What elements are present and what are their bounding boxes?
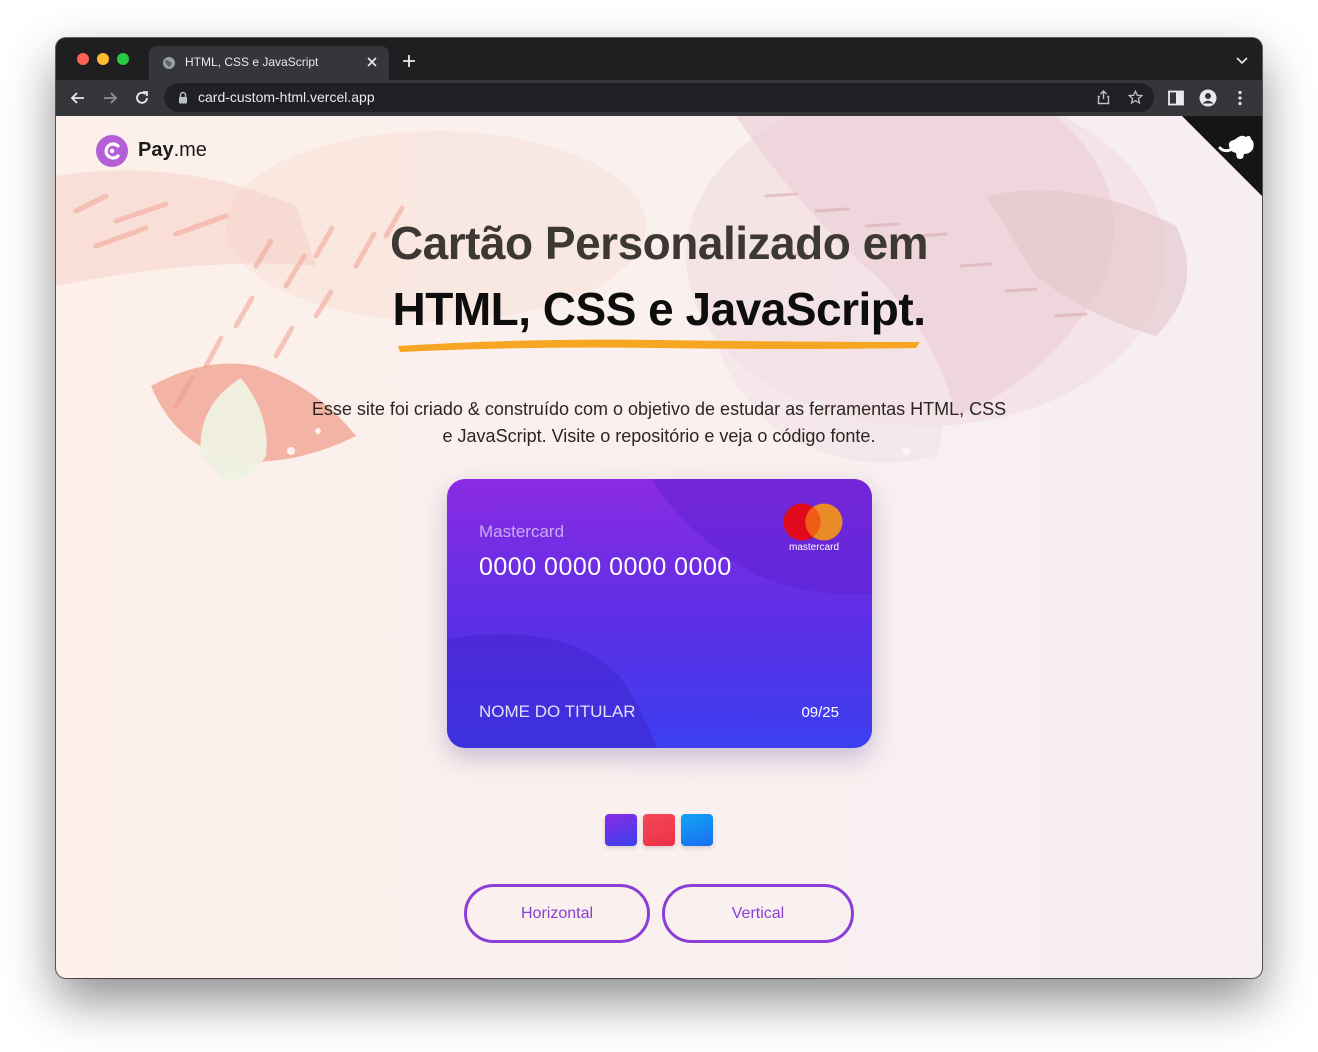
payme-logo-icon bbox=[96, 135, 128, 167]
color-swatch-purple[interactable] bbox=[605, 814, 637, 846]
mastercard-logo-icon bbox=[783, 503, 843, 541]
color-swatch-red[interactable] bbox=[643, 814, 675, 846]
star-icon[interactable] bbox=[1128, 90, 1143, 105]
card-brand: Mastercard bbox=[479, 522, 565, 541]
close-icon[interactable] bbox=[365, 55, 379, 69]
browser-tab[interactable]: HTML, CSS e JavaScript bbox=[149, 46, 389, 80]
horizontal-button[interactable]: Horizontal bbox=[464, 884, 650, 943]
card-expiry: 09/25 bbox=[801, 704, 839, 721]
hero-description: Esse site foi criado & construído com o … bbox=[311, 399, 1007, 446]
mastercard-logo-text: mastercard bbox=[788, 542, 839, 553]
credit-card: Mastercard 0000 0000 0000 0000 mastercar… bbox=[447, 479, 872, 748]
card-holder-name: NOME DO TITULAR bbox=[479, 702, 636, 721]
color-swatch-blue[interactable] bbox=[681, 814, 713, 846]
tab-title: HTML, CSS e JavaScript bbox=[185, 55, 319, 69]
close-window-button[interactable] bbox=[77, 53, 89, 65]
forward-arrow-icon[interactable] bbox=[101, 89, 119, 107]
lock-icon bbox=[179, 91, 187, 104]
vertical-button[interactable]: Vertical bbox=[662, 884, 854, 943]
url-text: card-custom-html.vercel.app bbox=[198, 89, 375, 105]
browser-toolbar: card-custom-html.vercel.app bbox=[56, 80, 1262, 116]
reload-icon[interactable] bbox=[133, 89, 151, 107]
headline-line-2: HTML, CSS e JavaScript. bbox=[392, 283, 927, 335]
plus-icon[interactable] bbox=[402, 54, 416, 68]
github-corner-icon[interactable] bbox=[1182, 116, 1262, 196]
share-icon[interactable] bbox=[1096, 90, 1111, 105]
globe-icon bbox=[163, 57, 175, 69]
browser-window: HTML, CSS e JavaScript card-custom-html.… bbox=[56, 38, 1262, 978]
logo-text: Pay.me bbox=[138, 139, 207, 161]
tab-strip: HTML, CSS e JavaScript bbox=[56, 38, 1262, 80]
headline-line-1: Cartão Personalizado em bbox=[389, 217, 929, 269]
address-bar[interactable]: card-custom-html.vercel.app bbox=[164, 83, 1154, 112]
maximize-window-button[interactable] bbox=[117, 53, 129, 65]
more-vert-icon[interactable] bbox=[1231, 89, 1249, 107]
chevron-down-icon[interactable] bbox=[1236, 56, 1248, 66]
minimize-window-button[interactable] bbox=[97, 53, 109, 65]
profile-icon[interactable] bbox=[1199, 89, 1217, 107]
back-arrow-icon[interactable] bbox=[69, 89, 87, 107]
sidebar-icon[interactable] bbox=[1167, 89, 1185, 107]
card-number: 0000 0000 0000 0000 bbox=[479, 553, 732, 581]
page-viewport: Pay.me Cartão Personalizado em HTML, CSS… bbox=[56, 116, 1262, 978]
brush-underline bbox=[398, 339, 920, 352]
